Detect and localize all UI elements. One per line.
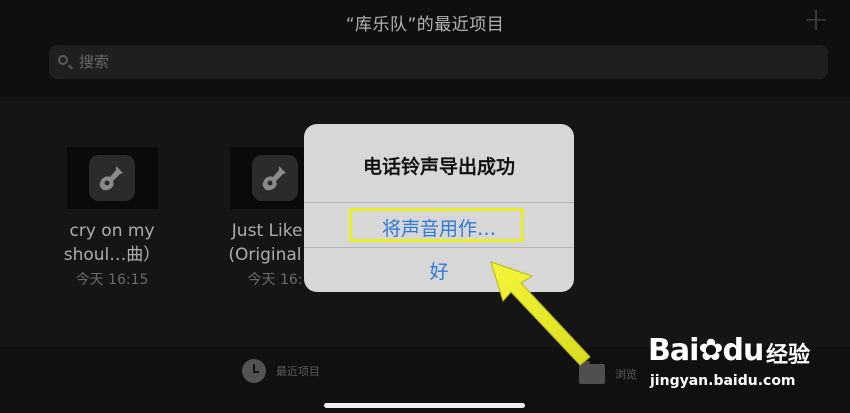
baidu-jingyan-watermark: Bai✿du 经验 jingyan.baidu.com [648, 333, 848, 403]
jingyan-text: 经验 [766, 343, 811, 368]
brand-text: Bai [648, 333, 699, 368]
baidu-logo: Bai✿du [648, 333, 765, 368]
brand-suffix: du [722, 333, 765, 368]
home-indicator[interactable] [324, 403, 525, 408]
watermark-url: jingyan.baidu.com [650, 373, 796, 389]
paw-icon: ✿ [698, 333, 723, 368]
